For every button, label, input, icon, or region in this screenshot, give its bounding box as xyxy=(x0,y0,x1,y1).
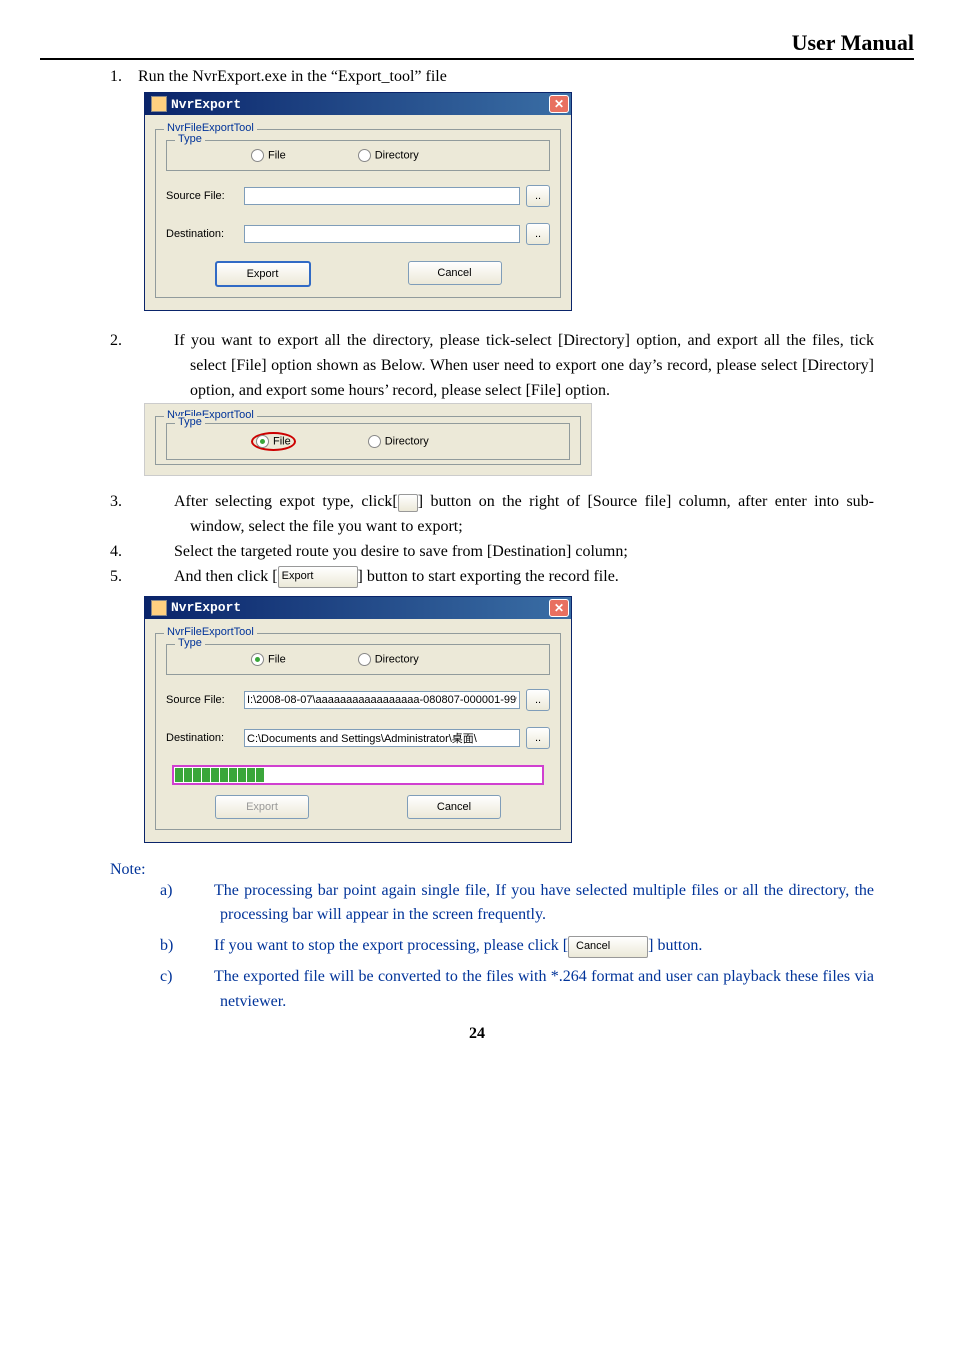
cancel-button[interactable]: Cancel xyxy=(408,261,502,285)
step-num: 1. xyxy=(110,68,134,86)
source-label: Source File: xyxy=(166,694,238,706)
source-file-input[interactable] xyxy=(244,691,520,709)
type-group: Type File Directory xyxy=(166,140,550,171)
title-text: NvrExport xyxy=(171,600,241,615)
radio-directory[interactable]: Directory xyxy=(358,149,419,162)
page-number: 24 xyxy=(0,1025,954,1043)
radio-file[interactable]: File xyxy=(251,653,286,666)
progress-bar xyxy=(172,765,544,785)
radio-directory[interactable]: Directory xyxy=(368,435,429,448)
export-button: Export xyxy=(215,795,309,819)
export-inline-button: Export xyxy=(278,566,358,588)
export-tool-group: NvrFileExportTool Type File Directory So… xyxy=(155,633,561,830)
destination-input[interactable] xyxy=(244,225,520,243)
browse-source-button[interactable]: .. xyxy=(526,689,550,711)
step-2: 2.If you want to export all the director… xyxy=(150,329,874,403)
export-tool-group: NvrFileExportTool Type File Directory So… xyxy=(155,129,561,298)
type-group: Type File Directory xyxy=(166,644,550,675)
step-4: 4.Select the targeted route you desire t… xyxy=(150,540,874,565)
browse-icon: .. xyxy=(398,494,418,512)
text-a: If you want to stop the export processin… xyxy=(214,937,568,954)
browse-dest-button[interactable]: .. xyxy=(526,727,550,749)
note-letter: c) xyxy=(190,965,214,990)
page-header: User Manual xyxy=(40,30,914,56)
destination-input[interactable] xyxy=(244,729,520,747)
source-label: Source File: xyxy=(166,190,238,202)
type-label: Type xyxy=(175,637,205,649)
note-letter: b) xyxy=(190,934,214,959)
dest-label: Destination: xyxy=(166,732,238,744)
app-icon xyxy=(151,600,167,616)
step-text: If you want to export all the directory,… xyxy=(174,332,874,399)
step-num: 4. xyxy=(150,540,174,565)
cancel-inline-button: Cancel xyxy=(568,936,648,958)
nvrexport-dialog-2: NvrExport ✕ NvrFileExportTool Type File … xyxy=(144,596,572,843)
app-icon xyxy=(151,96,167,112)
step-text: Select the targeted route you desire to … xyxy=(174,543,628,560)
source-file-input[interactable] xyxy=(244,187,520,205)
step-3: 3.After selecting expot type, click[..] … xyxy=(150,490,874,540)
text-b: ] button. xyxy=(648,937,702,954)
note-c: c)The exported file will be converted to… xyxy=(190,965,874,1015)
browse-source-button[interactable]: .. xyxy=(526,185,550,207)
note-text: The exported file will be converted to t… xyxy=(214,968,874,1010)
note-label: Note: xyxy=(110,861,914,879)
close-icon[interactable]: ✕ xyxy=(549,599,569,617)
note-text: The processing bar point again single fi… xyxy=(214,882,874,924)
radio-file[interactable]: File xyxy=(251,149,286,162)
nvrexport-dialog-1: NvrExport ✕ NvrFileExportTool Type File … xyxy=(144,92,572,311)
close-icon[interactable]: ✕ xyxy=(549,95,569,113)
type-label: Type xyxy=(175,416,205,428)
radio-file-selected[interactable]: File xyxy=(251,432,296,451)
radio-directory[interactable]: Directory xyxy=(358,653,419,666)
note-b: b)If you want to stop the export process… xyxy=(190,934,874,959)
titlebar: NvrExport ✕ xyxy=(145,93,571,115)
export-button[interactable]: Export xyxy=(215,261,311,287)
step-text: Run the NvrExport.exe in the “Export_too… xyxy=(138,68,447,85)
step-5: 5.And then click [Export] button to star… xyxy=(150,565,874,590)
step-num: 5. xyxy=(150,565,174,590)
text-a: After selecting expot type, click[ xyxy=(174,493,398,510)
type-label: Type xyxy=(175,133,205,145)
text-a: And then click [ xyxy=(174,568,278,585)
titlebar: NvrExport ✕ xyxy=(145,597,571,619)
text-b: ] button to start exporting the record f… xyxy=(358,568,619,585)
step-1: 1. Run the NvrExport.exe in the “Export_… xyxy=(110,68,914,86)
header-rule xyxy=(40,58,914,60)
step-num: 3. xyxy=(150,490,174,515)
step-num: 2. xyxy=(150,329,174,354)
note-letter: a) xyxy=(190,879,214,904)
note-a: a)The processing bar point again single … xyxy=(190,879,874,929)
browse-dest-button[interactable]: .. xyxy=(526,223,550,245)
type-snippet: NvrFileExportTool Type File Directory xyxy=(144,403,592,476)
cancel-button[interactable]: Cancel xyxy=(407,795,501,819)
title-text: NvrExport xyxy=(171,97,241,112)
dest-label: Destination: xyxy=(166,228,238,240)
